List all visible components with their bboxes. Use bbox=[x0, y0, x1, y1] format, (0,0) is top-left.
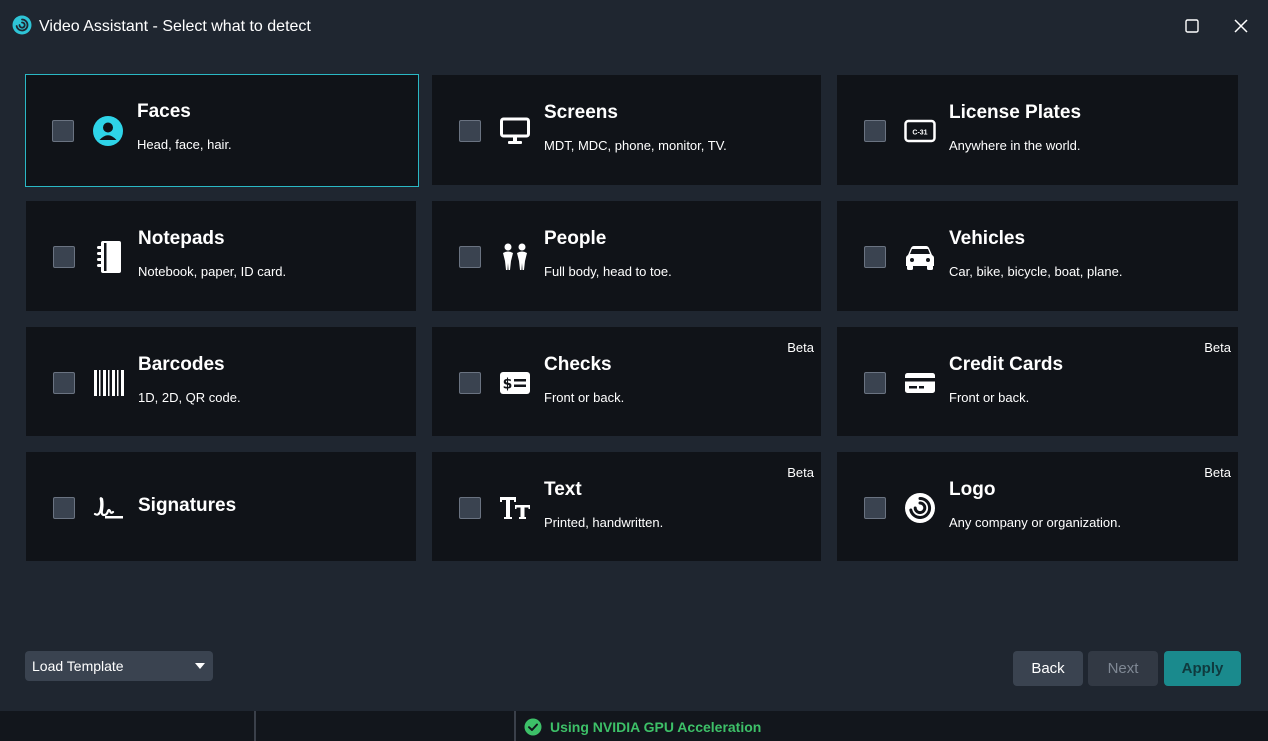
maximize-button[interactable] bbox=[1180, 14, 1204, 38]
card-title: Logo bbox=[949, 479, 996, 500]
card-title: Checks bbox=[544, 354, 612, 375]
card-title: Text bbox=[544, 479, 582, 500]
card-title: Barcodes bbox=[138, 354, 225, 375]
category-card-credit-cards[interactable]: Credit Cards Front or back. Beta bbox=[837, 327, 1238, 436]
license-plate-icon: C-31 bbox=[903, 114, 937, 148]
card-title: Vehicles bbox=[949, 228, 1026, 249]
vehicles-checkbox[interactable] bbox=[864, 246, 886, 268]
next-button[interactable]: Next bbox=[1088, 651, 1158, 686]
status-divider bbox=[514, 711, 516, 741]
title-bar: Video Assistant - Select what to detect bbox=[0, 0, 1268, 54]
card-subtitle: Front or back. bbox=[544, 390, 625, 405]
status-divider bbox=[254, 711, 256, 741]
plate-text: C-31 bbox=[912, 130, 927, 137]
card-subtitle: Car, bike, bicycle, boat, plane. bbox=[949, 264, 1123, 279]
back-button[interactable]: Back bbox=[1013, 651, 1083, 686]
category-card-text[interactable]: Text Printed, handwritten. Beta bbox=[432, 452, 821, 561]
card-subtitle: Full body, head to toe. bbox=[544, 264, 672, 279]
check-circle-icon bbox=[524, 718, 542, 736]
notepads-checkbox[interactable] bbox=[53, 246, 75, 268]
load-template-dropdown[interactable]: Load Template bbox=[25, 651, 213, 681]
beta-badge: Beta bbox=[787, 340, 814, 355]
people-icon bbox=[498, 240, 532, 274]
logo-checkbox[interactable] bbox=[864, 497, 886, 519]
barcodes-checkbox[interactable] bbox=[53, 372, 75, 394]
beta-badge: Beta bbox=[787, 465, 814, 480]
screens-checkbox[interactable] bbox=[459, 120, 481, 142]
category-card-vehicles[interactable]: Vehicles Car, bike, bicycle, boat, plane… bbox=[837, 201, 1238, 311]
text-checkbox[interactable] bbox=[459, 497, 481, 519]
license-plates-checkbox[interactable] bbox=[864, 120, 886, 142]
category-card-screens[interactable]: Screens MDT, MDC, phone, monitor, TV. bbox=[432, 75, 821, 185]
credit-cards-checkbox[interactable] bbox=[864, 372, 886, 394]
notepad-icon bbox=[92, 240, 126, 274]
card-title: License Plates bbox=[949, 102, 1082, 123]
face-icon bbox=[91, 114, 125, 148]
logo-icon bbox=[903, 491, 937, 525]
people-checkbox[interactable] bbox=[459, 246, 481, 268]
window-title: Video Assistant - Select what to detect bbox=[39, 18, 311, 35]
faces-checkbox[interactable] bbox=[52, 120, 74, 142]
checks-checkbox[interactable] bbox=[459, 372, 481, 394]
car-icon bbox=[903, 240, 937, 274]
beta-badge: Beta bbox=[1204, 340, 1231, 355]
category-card-barcodes[interactable]: Barcodes 1D, 2D, QR code. bbox=[26, 327, 416, 436]
category-card-logo[interactable]: Logo Any company or organization. Beta bbox=[837, 452, 1238, 561]
category-card-checks[interactable]: $ Checks Front or back. Beta bbox=[432, 327, 821, 436]
barcode-icon bbox=[92, 366, 126, 400]
chevron-down-icon bbox=[195, 663, 205, 669]
monitor-icon bbox=[498, 114, 532, 148]
credit-card-icon bbox=[903, 366, 937, 400]
category-card-signatures[interactable]: Signatures bbox=[26, 452, 416, 561]
card-title: Notepads bbox=[138, 228, 225, 249]
card-subtitle: 1D, 2D, QR code. bbox=[138, 390, 241, 405]
card-title: Screens bbox=[544, 102, 618, 123]
gpu-status: Using NVIDIA GPU Acceleration bbox=[524, 716, 761, 738]
card-subtitle: Head, face, hair. bbox=[137, 137, 232, 152]
category-card-people[interactable]: People Full body, head to toe. bbox=[432, 201, 821, 311]
spiral-logo-icon bbox=[12, 15, 32, 35]
card-title: Signatures bbox=[138, 495, 237, 516]
card-subtitle: Printed, handwritten. bbox=[544, 515, 664, 530]
category-card-license-plates[interactable]: C-31 License Plates Anywhere in the worl… bbox=[837, 75, 1238, 185]
maximize-icon bbox=[1185, 19, 1199, 33]
card-subtitle: Front or back. bbox=[949, 390, 1030, 405]
card-title: Credit Cards bbox=[949, 354, 1064, 375]
card-title: People bbox=[544, 228, 607, 249]
card-subtitle: Any company or organization. bbox=[949, 515, 1121, 530]
check-icon: $ bbox=[498, 366, 532, 400]
category-card-notepads[interactable]: Notepads Notebook, paper, ID card. bbox=[26, 201, 416, 311]
svg-text:$: $ bbox=[503, 377, 513, 393]
apply-button[interactable]: Apply bbox=[1164, 651, 1241, 686]
text-icon bbox=[498, 491, 532, 525]
card-subtitle: MDT, MDC, phone, monitor, TV. bbox=[544, 138, 727, 153]
category-card-faces[interactable]: Faces Head, face, hair. bbox=[25, 74, 419, 187]
close-icon bbox=[1234, 19, 1248, 33]
gpu-status-text: Using NVIDIA GPU Acceleration bbox=[550, 719, 762, 735]
signatures-checkbox[interactable] bbox=[53, 497, 75, 519]
beta-badge: Beta bbox=[1204, 465, 1231, 480]
signature-icon bbox=[92, 491, 126, 525]
load-template-label: Load Template bbox=[32, 658, 124, 674]
card-subtitle: Anywhere in the world. bbox=[949, 138, 1081, 153]
card-subtitle: Notebook, paper, ID card. bbox=[138, 264, 287, 279]
card-title: Faces bbox=[137, 101, 191, 122]
close-button[interactable] bbox=[1229, 14, 1253, 38]
